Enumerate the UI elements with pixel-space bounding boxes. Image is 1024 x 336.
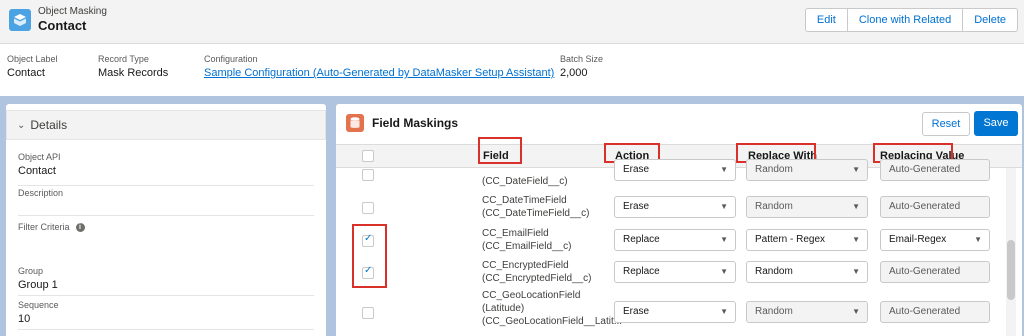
configuration-link[interactable]: Sample Configuration (Auto-Generated by … — [204, 67, 554, 79]
reset-button[interactable]: Reset — [922, 112, 970, 136]
delete-button[interactable]: Delete — [963, 9, 1017, 31]
replace-with-select[interactable]: Random ▼ — [746, 196, 868, 218]
field-name: CC_EmailField (CC_EmailField__c) — [482, 228, 572, 252]
clone-with-related-button[interactable]: Clone with Related — [848, 9, 964, 31]
highlight-record-type: Record Type Mask Records — [98, 54, 169, 79]
field-name: CC_DateTimeField (CC_DateTimeField__c) — [482, 195, 590, 219]
details-section-toggle[interactable]: ⌄ Details — [6, 110, 326, 140]
save-button[interactable]: Save — [974, 111, 1018, 136]
replace-with-select[interactable]: Random ▼ — [746, 261, 868, 283]
action-select[interactable]: Erase ▼ — [614, 196, 736, 218]
replacing-value-field[interactable]: Auto-Generated — [880, 301, 990, 323]
record-title-bar: Object Masking Contact Edit Clone with R… — [0, 0, 1024, 44]
field-name: CC_EncryptedField (CC_EncryptedField__c) — [482, 260, 592, 284]
chevron-down-icon: ▼ — [974, 235, 982, 244]
highlight-box-field — [478, 137, 522, 164]
replace-with-select[interactable]: Pattern - Regex ▼ — [746, 229, 868, 251]
action-select[interactable]: Erase ▼ — [614, 159, 736, 181]
field-maskings-card: Field Maskings Reset Save Field Action R… — [336, 104, 1022, 336]
chevron-down-icon: ▼ — [720, 307, 728, 316]
detail-group: Group Group 1 — [18, 266, 314, 296]
table-row: CC_GeoLocationField (Latitude) (CC_GeoLo… — [336, 288, 1006, 336]
replace-with-select[interactable]: Random ▼ — [746, 159, 868, 181]
replacing-value-field[interactable]: Auto-Generated — [880, 159, 990, 181]
chevron-down-icon: ▼ — [852, 202, 860, 211]
details-card: ⌄ Details Object API Contact Description… — [6, 104, 326, 336]
chevron-down-icon: ▼ — [852, 307, 860, 316]
table-row: CC_EmailField (CC_EmailField__c) Replace… — [336, 222, 1006, 256]
chevron-down-icon: ▼ — [852, 235, 860, 244]
record-name: Contact — [38, 18, 87, 33]
info-icon[interactable]: i — [75, 223, 85, 233]
chevron-down-icon: ⌄ — [17, 119, 26, 131]
object-masking-icon — [9, 9, 31, 31]
highlight-configuration: Configuration Sample Configuration (Auto… — [204, 54, 555, 79]
field-name: (CC_DateField__c) — [482, 176, 568, 187]
row-checkbox[interactable] — [362, 169, 374, 181]
select-all-checkbox[interactable] — [362, 150, 374, 162]
table-scrollbar-thumb[interactable] — [1007, 240, 1015, 300]
row-checkbox[interactable] — [362, 307, 374, 319]
highlight-object-label: Object Label Contact — [7, 54, 58, 79]
detail-filter-criteria: Filter Criteria i — [18, 222, 314, 258]
row-checkbox[interactable] — [362, 202, 374, 214]
field-name: CC_GeoLocationField (Latitude) (CC_GeoLo… — [482, 290, 623, 327]
chevron-down-icon: ▼ — [852, 267, 860, 276]
chevron-down-icon: ▼ — [720, 202, 728, 211]
details-section-title: Details — [30, 118, 68, 132]
replacing-value-field[interactable]: Auto-Generated — [880, 196, 990, 218]
replace-with-select[interactable]: Random ▼ — [746, 301, 868, 323]
replacing-value-select[interactable]: Email-Regex ▼ — [880, 229, 990, 251]
chevron-down-icon: ▼ — [720, 235, 728, 244]
detail-object-api: Object API Contact — [18, 152, 314, 186]
highlight-batch-size: Batch Size 2,000 — [560, 54, 604, 79]
chevron-down-icon: ▼ — [720, 267, 728, 276]
detail-sequence: Sequence 10 — [18, 300, 314, 330]
field-maskings-title: Field Maskings — [372, 116, 459, 130]
edit-button[interactable]: Edit — [806, 9, 848, 31]
action-select[interactable]: Erase ▼ — [614, 301, 736, 323]
chevron-down-icon: ▼ — [852, 165, 860, 174]
action-select[interactable]: Replace ▼ — [614, 261, 736, 283]
record-action-buttons: Edit Clone with Related Delete — [804, 8, 1018, 32]
field-maskings-icon — [346, 114, 364, 132]
row-checkbox[interactable] — [362, 265, 374, 279]
record-header: Object Masking Contact Edit Clone with R… — [0, 0, 1024, 96]
detail-description: Description — [18, 188, 314, 216]
chevron-down-icon: ▼ — [720, 165, 728, 174]
row-checkbox[interactable] — [362, 233, 374, 247]
replacing-value-field[interactable]: Auto-Generated — [880, 261, 990, 283]
table-row: CC_DateTimeField (CC_DateTimeField__c) E… — [336, 190, 1006, 224]
object-type-label: Object Masking — [38, 6, 107, 17]
action-select[interactable]: Replace ▼ — [614, 229, 736, 251]
table-row: CC_EncryptedField (CC_EncryptedField__c)… — [336, 254, 1006, 288]
table-row: (CC_DateField__c) Erase ▼ Random ▼ Auto-Ge… — [336, 159, 1006, 190]
